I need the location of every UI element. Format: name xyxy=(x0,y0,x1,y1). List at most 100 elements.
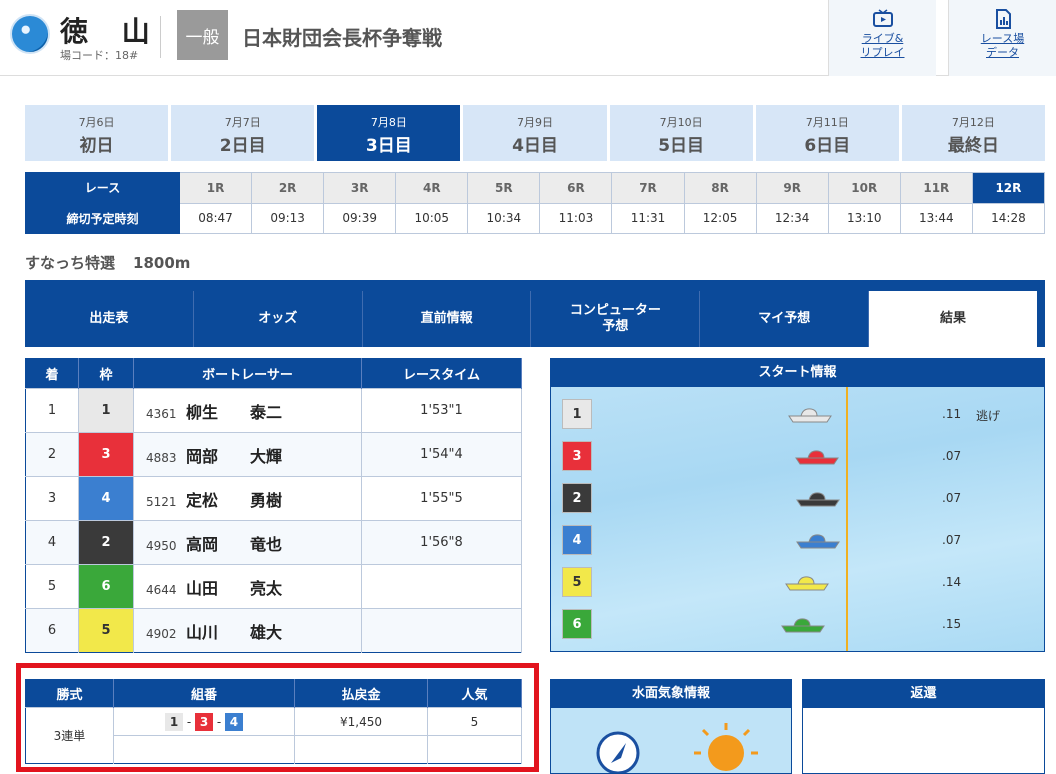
race-label: レース xyxy=(25,172,180,204)
deadline-time: 12:34 xyxy=(755,202,829,234)
tab-computer-prediction[interactable]: コンピューター 予想 xyxy=(531,291,701,347)
racer-id: 5121 xyxy=(146,494,177,509)
start-info-panel: スタート情報 1 .11 逃げ 3 .07 2 .07 4 .07 5 .14 6… xyxy=(550,358,1045,652)
day-tab-6[interactable]: 7月11日 6日目 xyxy=(755,105,899,161)
race-link-12[interactable]: 12R xyxy=(971,172,1046,204)
deadline-time: 09:39 xyxy=(323,202,397,234)
live-replay-label-1[interactable]: ライブ& xyxy=(829,32,936,46)
sun-icon xyxy=(708,735,744,771)
day-tab-1[interactable]: 7月6日 初日 xyxy=(25,105,169,161)
race-time: 1'55"5 xyxy=(361,476,522,521)
result-row: 6 5 4902 山川 雄大 xyxy=(25,608,522,653)
race-link-6[interactable]: 6R xyxy=(539,172,613,204)
finish-position: 5 xyxy=(25,564,79,609)
results-body: 1 1 4361 柳生 泰二 1'53"1 2 3 4883 岡部 大輝 1'54"4… xyxy=(25,388,522,653)
start-frame: 3 xyxy=(562,441,592,471)
refund-title: 返還 xyxy=(803,680,1044,708)
deadline-time: 10:05 xyxy=(395,202,469,234)
race-link-5[interactable]: 5R xyxy=(467,172,541,204)
grade-badge: 一般 xyxy=(177,10,228,60)
live-replay-button[interactable]: ライブ& リプレイ xyxy=(828,0,936,76)
winning-technique: 逃げ xyxy=(976,409,1001,423)
venue-data-label-2[interactable]: データ xyxy=(949,46,1056,60)
weather-title: 水面気象情報 xyxy=(551,680,791,708)
finish-position: 4 xyxy=(25,520,79,565)
race-name-line: すなっち特選 1800m xyxy=(25,252,190,273)
day-tab-3[interactable]: 7月8日 3日目 xyxy=(317,105,461,161)
tab-entries[interactable]: 出走表 xyxy=(25,291,194,347)
boat-icon xyxy=(795,450,839,465)
col-position: 着 xyxy=(25,358,79,389)
highlight-box xyxy=(16,663,539,772)
start-row: 4 .07 xyxy=(562,525,1042,555)
tab-pre-race-info[interactable]: 直前情報 xyxy=(363,291,532,347)
tab-my-prediction[interactable]: マイ予想 xyxy=(700,291,870,347)
site-header: 徳 山 場コード：18# 一般 日本財団会長杯争奪戦 ライブ& リプレイ レース… xyxy=(0,0,1056,76)
result-row: 4 2 4950 高岡 竜也 1'56"8 xyxy=(25,520,522,565)
frame-number: 4 xyxy=(78,476,134,521)
start-frame: 1 xyxy=(562,399,592,429)
result-row: 5 6 4644 山田 亮太 xyxy=(25,564,522,609)
deadline-time: 12:05 xyxy=(683,202,757,234)
start-row: 3 .07 xyxy=(562,441,1042,471)
start-timing: .07 xyxy=(942,449,962,463)
col-race-time: レースタイム xyxy=(361,358,522,389)
day-tab-7[interactable]: 7月12日 最終日 xyxy=(901,105,1045,161)
deadline-time: 13:10 xyxy=(827,202,901,234)
deadline-time: 11:31 xyxy=(611,202,685,234)
boat-icon xyxy=(796,492,840,507)
race-number-table: レース 1R 2R 3R 4R 5R 6R 7R 8R 9R 10R 11R 1… xyxy=(25,172,1046,234)
document-chart-icon xyxy=(995,9,1011,29)
racer-name[interactable]: 柳生 泰二 xyxy=(186,403,282,422)
racer-name[interactable]: 岡部 大輝 xyxy=(186,447,282,466)
race-link-4[interactable]: 4R xyxy=(395,172,469,204)
race-distance: 1800m xyxy=(133,254,191,272)
racer-id: 4361 xyxy=(146,406,177,421)
tab-odds[interactable]: オッズ xyxy=(194,291,363,347)
deadline-time: 09:13 xyxy=(251,202,325,234)
racer-cell: 4902 山川 雄大 xyxy=(133,608,362,653)
frame-number: 6 xyxy=(78,564,134,609)
finish-position: 3 xyxy=(25,476,79,521)
deadline-time: 11:03 xyxy=(539,202,613,234)
day-tab-2[interactable]: 7月7日 2日目 xyxy=(171,105,315,161)
start-timing: .15 xyxy=(942,617,962,631)
race-link-2[interactable]: 2R xyxy=(251,172,325,204)
race-link-1[interactable]: 1R xyxy=(178,172,253,204)
start-timing: .07 xyxy=(942,491,962,505)
header-divider xyxy=(160,16,161,58)
start-timing: .11 xyxy=(942,407,962,421)
boat-icon xyxy=(788,408,832,423)
col-frame: 枠 xyxy=(78,358,134,389)
racer-name[interactable]: 定松 勇樹 xyxy=(186,491,282,510)
start-timing: .14 xyxy=(942,575,962,589)
finish-position: 2 xyxy=(25,432,79,477)
race-link-7[interactable]: 7R xyxy=(611,172,685,204)
race-link-9[interactable]: 9R xyxy=(755,172,829,204)
day-tab-5[interactable]: 7月10日 5日目 xyxy=(609,105,753,161)
boat-icon xyxy=(781,618,825,633)
racer-name[interactable]: 高岡 竜也 xyxy=(186,535,282,554)
race-time: 1'56"8 xyxy=(361,520,522,565)
venue-data-button[interactable]: レース場 データ xyxy=(948,0,1056,76)
racer-name[interactable]: 山川 雄大 xyxy=(186,623,282,642)
deadline-time: 08:47 xyxy=(178,202,253,234)
start-timing: .07 xyxy=(942,533,962,547)
racer-cell: 4950 高岡 竜也 xyxy=(133,520,362,565)
day-tab-4[interactable]: 7月9日 4日目 xyxy=(463,105,607,161)
deadline-time: 14:28 xyxy=(971,202,1046,234)
race-results-table: 着 枠 ボートレーサー レースタイム 1 1 4361 柳生 泰二 1'53"1 2… xyxy=(25,358,522,653)
venue-name: 徳 山 xyxy=(60,15,162,48)
race-link-8[interactable]: 8R xyxy=(683,172,757,204)
race-link-11[interactable]: 11R xyxy=(899,172,973,204)
start-row: 6 .15 xyxy=(562,609,1042,639)
start-frame: 4 xyxy=(562,525,592,555)
race-time: 1'53"1 xyxy=(361,388,522,433)
race-link-3[interactable]: 3R xyxy=(323,172,397,204)
tab-results[interactable]: 結果 xyxy=(869,291,1037,347)
racer-name[interactable]: 山田 亮太 xyxy=(186,579,282,598)
race-link-10[interactable]: 10R xyxy=(827,172,901,204)
refund-panel: 返還 xyxy=(802,679,1045,774)
venue-data-label-1[interactable]: レース場 xyxy=(949,32,1056,46)
live-replay-label-2[interactable]: リプレイ xyxy=(829,46,936,60)
